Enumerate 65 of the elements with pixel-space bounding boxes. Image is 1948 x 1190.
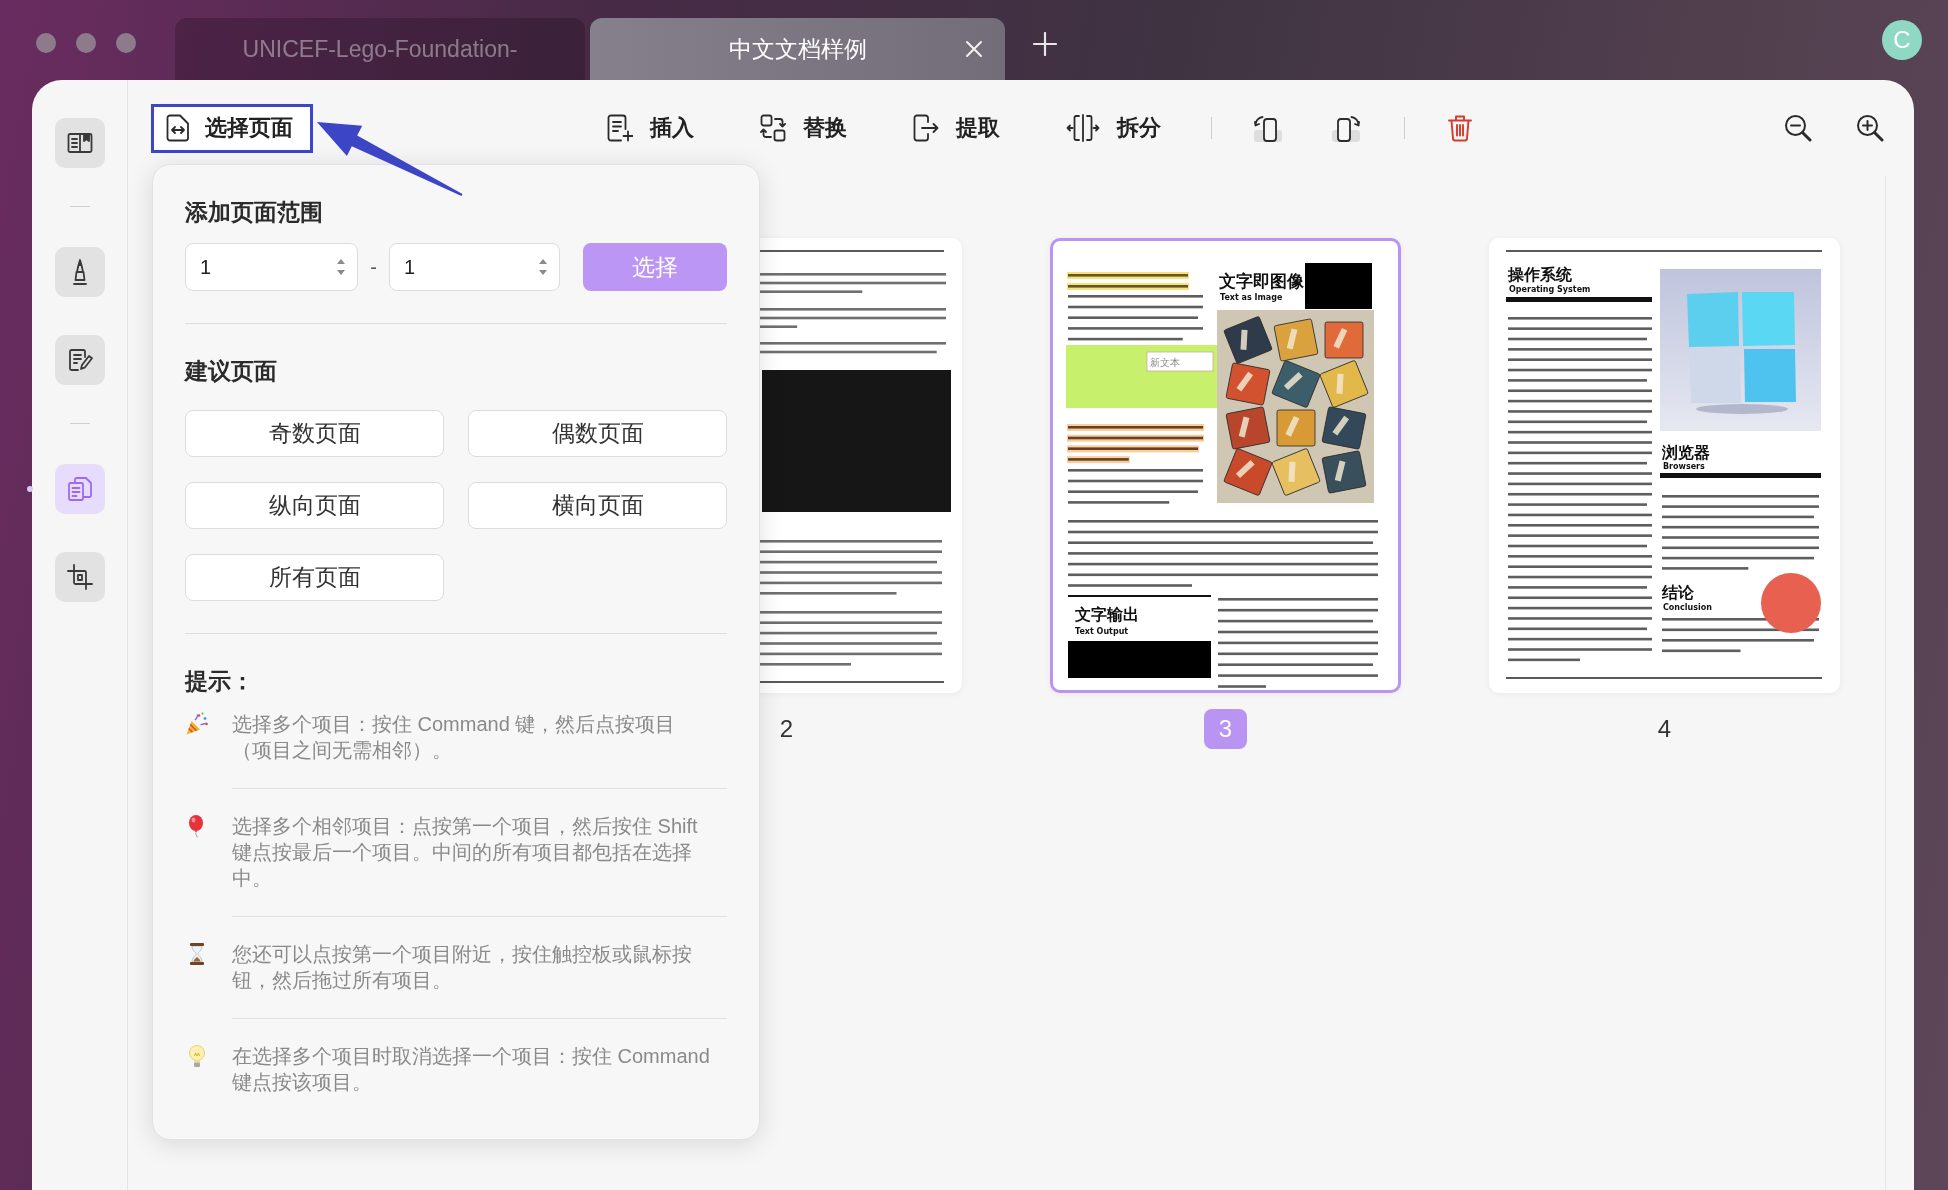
tip-text: 选择多个相邻项目：点按第一个项目，然后按住 Shift 键点按最后一个项目。中间的所有项目都包括在选择中。: [232, 814, 699, 891]
page-arrows-icon: [165, 114, 191, 142]
close-icon[interactable]: [965, 40, 983, 58]
portrait-pages-button[interactable]: 纵向页面: [185, 482, 444, 529]
to-page-field[interactable]: 1: [389, 243, 560, 291]
range-separator: -: [369, 255, 378, 279]
section-subheading: Text Output: [1075, 627, 1129, 636]
window-minimize-button[interactable]: [76, 33, 96, 53]
page-number: 2: [779, 714, 794, 744]
rotate-right-icon[interactable]: [1331, 113, 1361, 143]
reader-button[interactable]: [54, 118, 105, 168]
tip-text: 您还可以点按第一个项目附近，按住触控板或鼠标按钮，然后拖过所有项目。: [232, 942, 693, 993]
landscape-pages-button[interactable]: 横向页面: [468, 482, 727, 529]
from-page-field[interactable]: 1: [185, 243, 358, 291]
edit-button[interactable]: [54, 335, 105, 385]
party-popper-icon: [185, 712, 209, 736]
page-number-badge: 3: [1204, 709, 1247, 749]
new-text-box: 新文本: [1146, 351, 1214, 372]
replace-button[interactable]: 替换: [760, 113, 847, 143]
page-thumbnail[interactable]: 操作系统 Operating System 浏览器 Browsers 结论 Conclusion: [1489, 238, 1840, 693]
trash-icon[interactable]: [1447, 114, 1473, 142]
stepper-icon[interactable]: [538, 258, 548, 276]
stepper-icon[interactable]: [336, 258, 346, 276]
section-subheading: Text as Image: [1220, 293, 1283, 302]
crop-icon: [65, 563, 94, 591]
section-subheading: Operating System: [1509, 285, 1591, 294]
section-subheading: Browsers: [1663, 462, 1705, 471]
window-maximize-button[interactable]: [116, 33, 136, 53]
crop-button[interactable]: [54, 552, 105, 602]
new-tab-icon[interactable]: [1033, 32, 1057, 56]
section-heading: 文字即图像: [1219, 272, 1304, 291]
tip-text: 选择多个项目：按住 Command 键，然后点按项目（项目之间无需相邻）。: [232, 712, 677, 763]
section-heading: 操作系统: [1508, 266, 1572, 283]
zoom-out-icon[interactable]: [1784, 114, 1812, 142]
odd-pages-button[interactable]: 奇数页面: [185, 410, 444, 457]
page-thumbnail[interactable]: [757, 238, 962, 693]
section-heading: 结论: [1662, 584, 1694, 601]
document-tab[interactable]: 中文文档样例: [590, 18, 1005, 80]
pages-icon: [65, 475, 94, 503]
tip-text: 在选择多个项目时取消选择一个项目：按住 Command 键点按该项目。: [232, 1044, 711, 1095]
zoom-in-icon[interactable]: [1856, 114, 1884, 142]
page-number: 4: [1657, 714, 1672, 744]
page-plus-icon: [607, 114, 633, 142]
page-thumbnail[interactable]: 文字即图像 Text as Image 新文本 文字输出 Text Output: [1050, 238, 1401, 693]
section-heading: 文字输出: [1075, 606, 1139, 623]
section-subheading: Conclusion: [1663, 603, 1712, 612]
swap-icon: [760, 114, 786, 142]
selection-dot-icon: [26, 486, 33, 492]
all-pages-button[interactable]: 所有页面: [185, 554, 444, 601]
tips-title: 提示：: [185, 667, 254, 695]
image-placeholder: [1305, 263, 1372, 309]
select-pages-button[interactable]: 选择页面: [151, 103, 313, 153]
insert-button[interactable]: 插入: [607, 113, 694, 143]
even-pages-button[interactable]: 偶数页面: [468, 410, 727, 457]
split-icon: [1066, 114, 1100, 142]
rotate-left-icon[interactable]: [1253, 113, 1283, 143]
section-title: 建议页面: [185, 357, 277, 385]
split-button[interactable]: 拆分: [1066, 113, 1161, 143]
section-heading: 浏览器: [1662, 444, 1710, 461]
extract-button[interactable]: 提取: [913, 113, 1000, 143]
highlighter-button[interactable]: [54, 247, 105, 297]
circle-mark: [1761, 573, 1821, 633]
page-arrow-icon: [913, 114, 939, 142]
section-title: 添加页面范围: [185, 198, 323, 226]
window-close-button[interactable]: [36, 33, 56, 53]
